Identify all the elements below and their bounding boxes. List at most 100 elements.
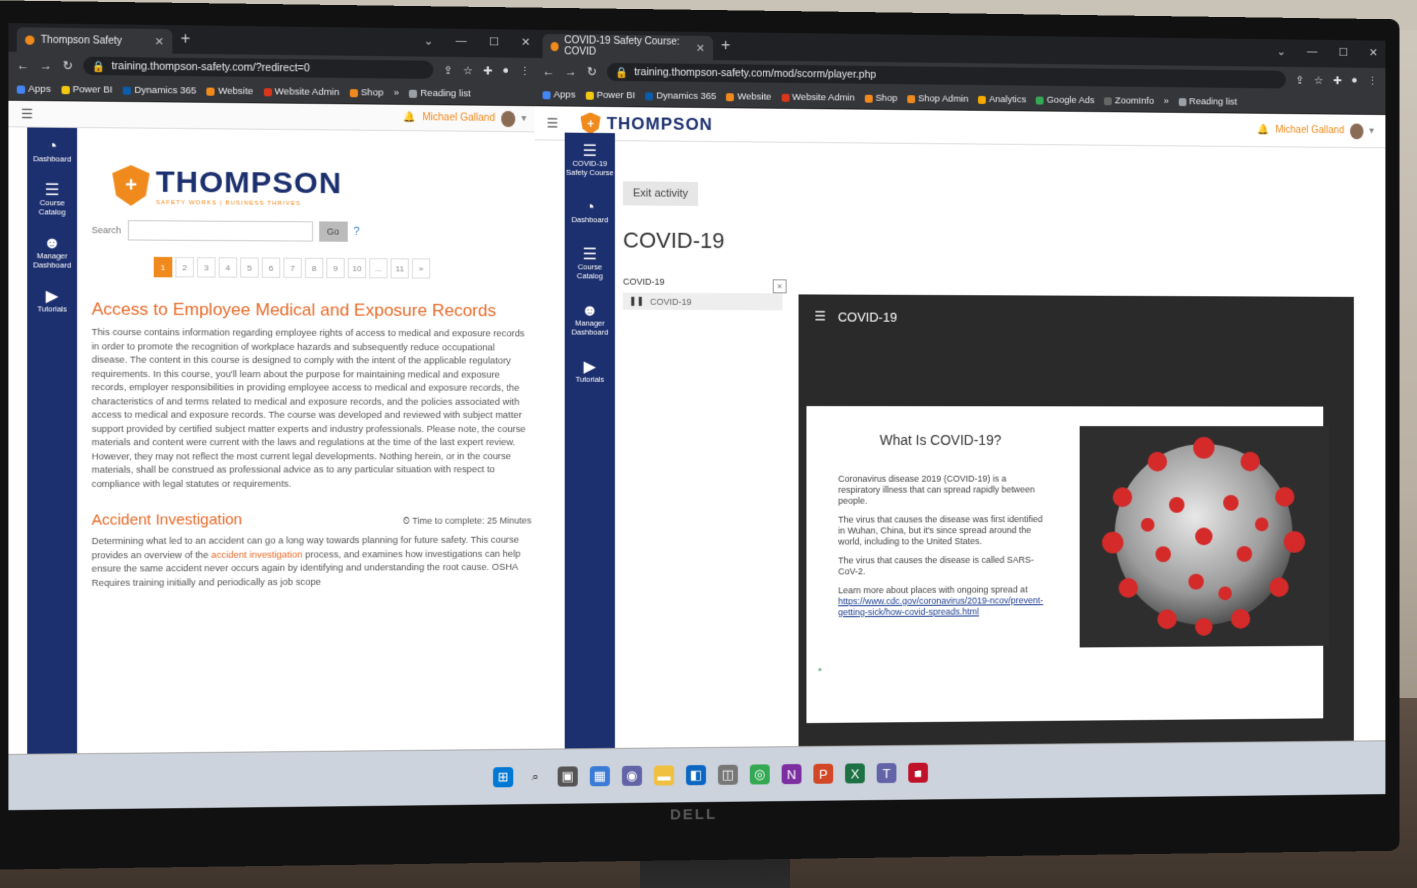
app-red-icon[interactable]: ■ xyxy=(908,762,928,783)
bookmark-google-ads[interactable]: Google Ads xyxy=(1035,95,1095,106)
address-bar[interactable]: 🔒 training.thompson-safety.com/?redirect… xyxy=(83,56,434,79)
bookmark-website-admin[interactable]: Website Admin xyxy=(781,92,855,104)
chrome-icon[interactable]: ◎ xyxy=(749,764,770,785)
dropdown-icon[interactable]: ⌄ xyxy=(424,34,433,47)
close-tab-icon[interactable]: ✕ xyxy=(696,41,705,54)
avatar[interactable] xyxy=(1350,122,1364,139)
profile-icon[interactable]: ● xyxy=(503,64,510,77)
avatar[interactable] xyxy=(501,110,516,127)
bookmark-power-bi[interactable]: Power BI xyxy=(585,90,635,101)
page-link[interactable]: 10 xyxy=(347,257,367,279)
reading-list[interactable]: Reading list xyxy=(1178,96,1237,108)
address-bar[interactable]: 🔒 training.thompson-safety.com/mod/scorm… xyxy=(606,62,1286,89)
powerpoint-icon[interactable]: P xyxy=(813,763,834,784)
share-icon[interactable]: ⇪ xyxy=(1295,73,1304,86)
browser-tab[interactable]: COVID-19 Safety Course: COVID ✕ xyxy=(542,33,713,61)
bookmark-website[interactable]: Website xyxy=(726,91,771,103)
reload-icon[interactable]: ↻ xyxy=(63,58,73,72)
browser-tab[interactable]: Thompson Safety ✕ xyxy=(16,27,173,54)
back-icon[interactable]: ← xyxy=(17,58,29,72)
page-link[interactable]: 4 xyxy=(218,257,238,278)
task-view-icon[interactable]: ▣ xyxy=(557,766,578,787)
accident-investigation-link[interactable]: accident investigation xyxy=(211,549,302,559)
bookmark-zoominfo[interactable]: ZoomInfo xyxy=(1104,95,1154,107)
app-icon[interactable]: ◫ xyxy=(717,764,738,785)
windows-start-icon[interactable]: ⊞ xyxy=(493,767,514,788)
bookmark-dynamics[interactable]: Dynamics 365 xyxy=(122,85,196,97)
forward-icon[interactable]: → xyxy=(40,58,52,72)
bookmark-apps[interactable]: Apps xyxy=(542,89,575,101)
bookmark-power-bi[interactable]: Power BI xyxy=(61,84,113,96)
page-link[interactable]: 11 xyxy=(390,258,409,279)
menu-icon[interactable]: ⋮ xyxy=(519,64,530,77)
page-link[interactable]: 3 xyxy=(197,257,216,278)
cdc-link[interactable]: https://www.cdc.gov/coronavirus/2019-nco… xyxy=(838,595,1043,617)
minimize-icon[interactable]: — xyxy=(456,35,467,48)
course-title-text[interactable]: Accident Investigation xyxy=(92,511,243,529)
bell-icon[interactable]: 🔔 xyxy=(1258,125,1270,136)
hamburger-icon[interactable]: ☰ xyxy=(21,105,33,121)
close-window-icon[interactable]: ✕ xyxy=(521,36,530,49)
dropdown-icon[interactable]: ⌄ xyxy=(1277,45,1286,58)
share-icon[interactable]: ⇪ xyxy=(443,63,452,76)
user-menu[interactable]: 🔔 Michael Galland ▾ xyxy=(404,109,526,127)
menu-icon[interactable]: ☰ xyxy=(814,308,826,324)
page-link[interactable]: 6 xyxy=(261,257,281,278)
bookmark-website-admin[interactable]: Website Admin xyxy=(263,86,339,98)
exit-activity-button[interactable]: Exit activity xyxy=(622,181,699,206)
bookmark-website[interactable]: Website xyxy=(206,86,253,97)
help-icon[interactable]: ? xyxy=(353,226,359,238)
bookmark-dynamics[interactable]: Dynamics 365 xyxy=(645,90,716,102)
bookmark-shop-admin[interactable]: Shop Admin xyxy=(907,93,968,105)
bookmark-analytics[interactable]: Analytics xyxy=(978,94,1026,105)
sidebar-item-covid-course[interactable]: ☰ COVID-19 Safety Course xyxy=(565,143,615,178)
page-link[interactable]: 8 xyxy=(304,257,324,279)
sidebar-item-tutorials[interactable]: ▶ Tutorials xyxy=(565,359,615,384)
onenote-icon[interactable]: N xyxy=(781,764,802,785)
more-bookmarks-icon[interactable]: » xyxy=(394,88,399,99)
collapse-toc-icon[interactable]: × xyxy=(772,279,787,294)
profile-icon[interactable]: ● xyxy=(1351,74,1357,87)
reading-list[interactable]: Reading list xyxy=(409,88,471,99)
teams-chat-icon[interactable]: ◉ xyxy=(621,765,643,786)
bookmark-shop[interactable]: Shop xyxy=(349,87,383,99)
new-tab-icon[interactable]: + xyxy=(721,37,730,55)
page-link[interactable]: 5 xyxy=(240,257,259,278)
forward-icon[interactable]: → xyxy=(565,64,577,78)
sidebar-item-course-catalog[interactable]: ☰ Course Catalog xyxy=(27,182,77,217)
page-link[interactable]: 2 xyxy=(175,257,194,278)
chevron-down-icon[interactable]: ▾ xyxy=(521,113,526,124)
search-icon[interactable]: ⌕ xyxy=(525,767,545,787)
chevron-down-icon[interactable]: ▾ xyxy=(1369,126,1374,137)
maximize-icon[interactable]: ☐ xyxy=(1338,46,1347,59)
reload-icon[interactable]: ↻ xyxy=(587,65,597,79)
toc-item[interactable]: ❚❚ COVID-19 xyxy=(622,292,783,311)
extensions-icon[interactable]: ✚ xyxy=(483,64,492,77)
sidebar-item-manager-dashboard[interactable]: ☻ Manager Dashboard xyxy=(565,302,615,336)
close-tab-icon[interactable]: ✕ xyxy=(155,35,165,48)
go-button[interactable]: Go xyxy=(318,221,348,242)
sidebar-item-tutorials[interactable]: ▶ Tutorials xyxy=(27,288,77,314)
excel-icon[interactable]: X xyxy=(845,763,865,784)
maximize-icon[interactable]: ☐ xyxy=(489,35,499,48)
sidebar-item-manager-dashboard[interactable]: ☻ Manager Dashboard xyxy=(27,235,77,270)
menu-icon[interactable]: ⋮ xyxy=(1367,74,1378,87)
widgets-icon[interactable]: ▦ xyxy=(589,766,610,787)
next-page-icon[interactable]: » xyxy=(411,258,431,279)
course-title[interactable]: Access to Employee Medical and Exposure … xyxy=(92,299,532,321)
page-link[interactable]: 1 xyxy=(153,256,173,278)
close-window-icon[interactable]: ✕ xyxy=(1369,46,1378,59)
sidebar-item-dashboard[interactable]: ◔ Dashboard xyxy=(565,199,615,224)
file-explorer-icon[interactable]: ▬ xyxy=(654,765,675,786)
extensions-icon[interactable]: ✚ xyxy=(1333,74,1342,87)
hamburger-icon[interactable]: ☰ xyxy=(547,115,559,131)
bookmark-shop[interactable]: Shop xyxy=(864,93,897,104)
star-icon[interactable]: ☆ xyxy=(463,64,473,77)
new-tab-icon[interactable]: + xyxy=(181,30,191,48)
store-icon[interactable]: ◧ xyxy=(686,765,707,786)
sidebar-item-dashboard[interactable]: ◔ Dashboard xyxy=(27,138,77,164)
more-bookmarks-icon[interactable]: » xyxy=(1164,96,1169,107)
teams-icon[interactable]: T xyxy=(876,763,897,784)
sidebar-item-course-catalog[interactable]: ☰ Course Catalog xyxy=(565,246,615,280)
minimize-icon[interactable]: — xyxy=(1307,46,1318,59)
